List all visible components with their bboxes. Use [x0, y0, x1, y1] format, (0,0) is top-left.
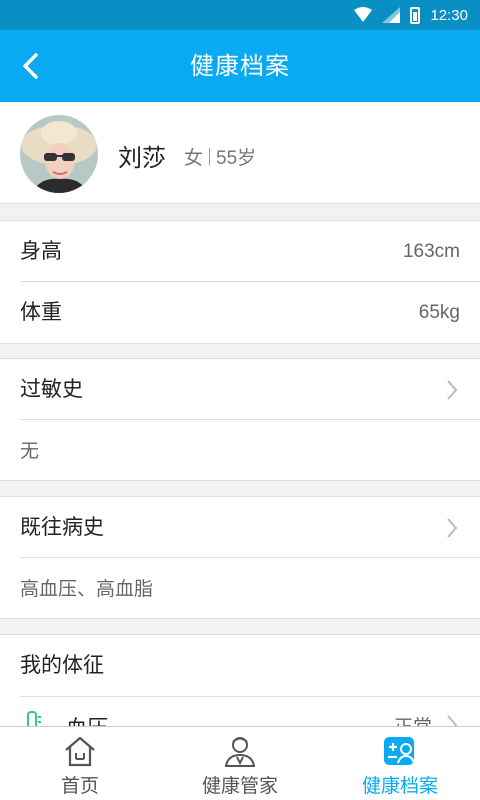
chevron-right-icon	[447, 380, 458, 400]
profile-gender: 女	[184, 147, 204, 169]
vitals-label: 我的体征	[20, 653, 104, 677]
page-title: 健康档案	[190, 52, 290, 80]
wifi-icon	[354, 7, 373, 22]
nav-health-record[interactable]: 健康档案	[320, 727, 480, 800]
weight-label: 体重	[20, 300, 62, 324]
divider	[209, 148, 211, 165]
weight-value: 65kg	[418, 302, 460, 323]
doctor-icon	[224, 737, 256, 767]
home-icon	[65, 736, 95, 767]
allergy-value: 无	[20, 440, 40, 462]
height-label: 身高	[20, 239, 62, 263]
bottom-nav: 首页 健康管家 健康档案	[0, 726, 480, 800]
history-label: 既往病史	[20, 515, 104, 539]
height-row[interactable]: 身高 163cm	[20, 221, 480, 282]
allergy-label: 过敏史	[20, 377, 83, 401]
chevron-right-icon	[447, 518, 458, 538]
blood-pressure-icon	[27, 711, 41, 726]
battery-icon	[410, 6, 421, 24]
profile-name: 刘莎	[118, 144, 166, 172]
height-value: 163cm	[402, 241, 460, 262]
blood-pressure-row[interactable]: 血压 正常	[0, 696, 480, 726]
chevron-right-icon	[447, 715, 458, 726]
history-group: 既往病史 高血压、高血脂	[0, 496, 480, 619]
vitals-group: 我的体征	[0, 634, 480, 696]
nav-home[interactable]: 首页	[0, 727, 160, 800]
nav-health-record-label: 健康档案	[361, 775, 438, 797]
vitals-header-row: 我的体征	[20, 635, 480, 696]
weight-row[interactable]: 体重 65kg	[20, 282, 480, 343]
profile-age: 55岁	[216, 148, 257, 169]
body-info-group: 身高 163cm 体重 65kg	[0, 220, 480, 344]
blood-pressure-label: 血压	[66, 712, 108, 726]
health-record-icon	[384, 737, 415, 765]
blood-pressure-value: 正常	[394, 712, 432, 726]
status-bar: 12:30	[0, 0, 480, 30]
history-row[interactable]: 既往病史	[20, 497, 480, 558]
app-header: 健康档案	[0, 30, 480, 102]
nav-health-manager[interactable]: 健康管家	[160, 727, 320, 800]
history-value: 高血压、高血脂	[20, 578, 154, 600]
signal-icon	[382, 7, 401, 23]
status-time: 12:30	[430, 6, 468, 24]
allergy-group: 过敏史 无	[0, 358, 480, 481]
nav-home-label: 首页	[60, 775, 99, 797]
profile-card[interactable]: 刘莎 女 55岁	[0, 102, 480, 204]
avatar[interactable]	[20, 115, 98, 193]
allergy-row[interactable]: 过敏史	[20, 359, 480, 420]
nav-health-manager-label: 健康管家	[201, 775, 278, 797]
profile-meta: 女 55岁	[184, 143, 256, 170]
